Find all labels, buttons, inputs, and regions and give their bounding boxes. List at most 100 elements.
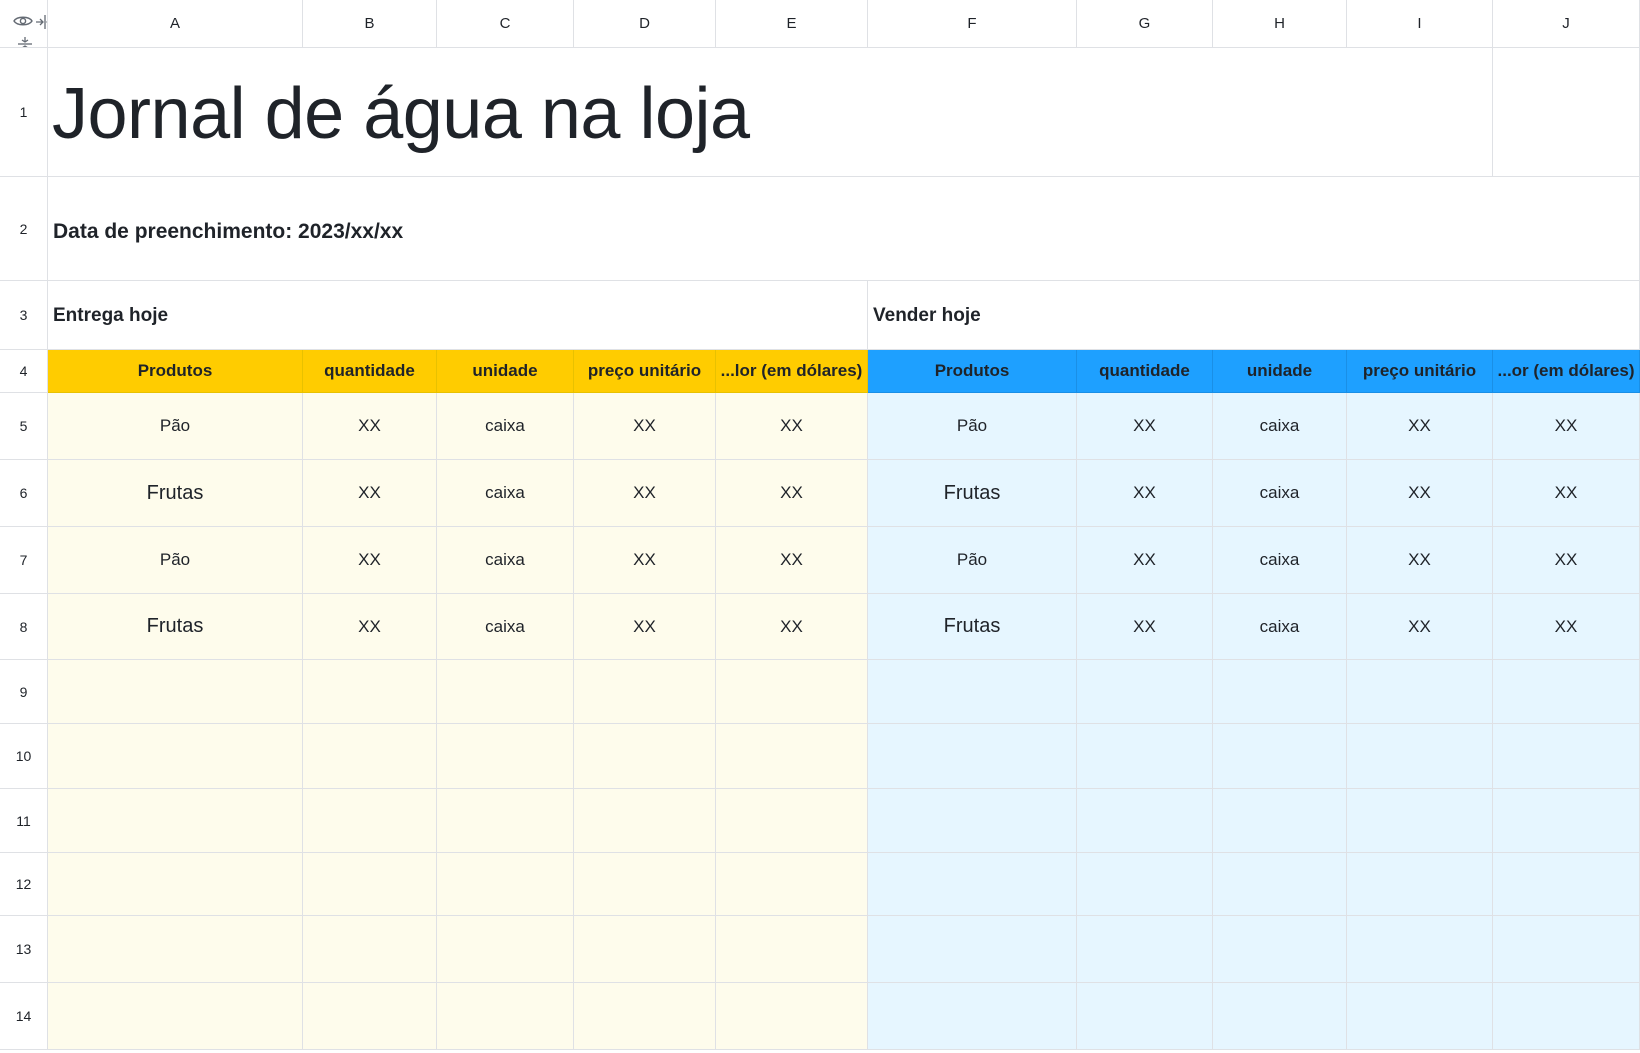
table-cell[interactable]: XX (303, 460, 437, 527)
empty-table-cell[interactable] (48, 853, 303, 916)
sales-header-products[interactable]: Produtos (868, 350, 1077, 393)
table-cell[interactable]: XX (303, 527, 437, 594)
delivery-header-unit-price[interactable]: preço unitário (574, 350, 716, 393)
row-header-5[interactable]: 5 (0, 393, 48, 460)
row-header-1[interactable]: 1 (0, 48, 48, 177)
fill-date-cell[interactable]: Data de preenchimento: 2023/xx/xx (48, 177, 1640, 281)
table-cell[interactable]: XX (574, 527, 716, 594)
empty-table-cell[interactable] (1347, 789, 1493, 853)
select-all-corner[interactable] (0, 0, 48, 48)
table-cell[interactable]: XX (1347, 393, 1493, 460)
empty-table-cell[interactable] (1347, 724, 1493, 789)
delivery-header-products[interactable]: Produtos (48, 350, 303, 393)
table-cell[interactable]: XX (1493, 393, 1640, 460)
empty-table-cell[interactable] (1077, 853, 1213, 916)
table-cell[interactable]: XX (1493, 527, 1640, 594)
empty-table-cell[interactable] (437, 660, 574, 724)
empty-table-cell[interactable] (1493, 789, 1640, 853)
table-cell[interactable]: Pão (48, 527, 303, 594)
cell-j1[interactable] (1493, 48, 1640, 177)
table-cell[interactable]: Pão (48, 393, 303, 460)
sales-section-label[interactable]: Vender hoje (868, 281, 1640, 350)
table-cell[interactable]: XX (1493, 460, 1640, 527)
column-header-h[interactable]: H (1213, 0, 1347, 48)
empty-table-cell[interactable] (437, 983, 574, 1050)
table-cell[interactable]: XX (303, 393, 437, 460)
table-cell[interactable]: XX (1077, 460, 1213, 527)
table-cell[interactable]: XX (1347, 460, 1493, 527)
empty-table-cell[interactable] (303, 724, 437, 789)
table-cell[interactable]: caixa (437, 594, 574, 660)
empty-table-cell[interactable] (868, 983, 1077, 1050)
table-cell[interactable]: Frutas (868, 594, 1077, 660)
row-header-2[interactable]: 2 (0, 177, 48, 281)
delivery-header-unit[interactable]: unidade (437, 350, 574, 393)
delivery-header-quantity[interactable]: quantidade (303, 350, 437, 393)
table-cell[interactable]: Frutas (868, 460, 1077, 527)
table-cell[interactable]: XX (574, 393, 716, 460)
empty-table-cell[interactable] (437, 724, 574, 789)
empty-table-cell[interactable] (1493, 853, 1640, 916)
row-header-3[interactable]: 3 (0, 281, 48, 350)
empty-table-cell[interactable] (716, 789, 868, 853)
empty-table-cell[interactable] (868, 853, 1077, 916)
empty-table-cell[interactable] (716, 916, 868, 983)
empty-table-cell[interactable] (574, 983, 716, 1050)
empty-table-cell[interactable] (437, 916, 574, 983)
empty-table-cell[interactable] (1213, 983, 1347, 1050)
empty-table-cell[interactable] (1213, 660, 1347, 724)
empty-table-cell[interactable] (1493, 660, 1640, 724)
column-header-j[interactable]: J (1493, 0, 1640, 48)
table-cell[interactable]: XX (1347, 527, 1493, 594)
empty-table-cell[interactable] (1213, 789, 1347, 853)
table-cell[interactable]: XX (716, 393, 868, 460)
row-header-11[interactable]: 11 (0, 789, 48, 853)
freeze-columns-icon[interactable] (35, 14, 47, 30)
empty-table-cell[interactable] (574, 916, 716, 983)
empty-table-cell[interactable] (1077, 724, 1213, 789)
eye-icon[interactable] (13, 14, 33, 30)
empty-table-cell[interactable] (868, 660, 1077, 724)
column-header-b[interactable]: B (303, 0, 437, 48)
empty-table-cell[interactable] (303, 789, 437, 853)
empty-table-cell[interactable] (1213, 853, 1347, 916)
table-cell[interactable]: Pão (868, 393, 1077, 460)
table-cell[interactable]: Frutas (48, 594, 303, 660)
empty-table-cell[interactable] (716, 853, 868, 916)
table-cell[interactable]: XX (716, 594, 868, 660)
empty-table-cell[interactable] (868, 916, 1077, 983)
sales-header-unit-price[interactable]: preço unitário (1347, 350, 1493, 393)
sales-header-unit[interactable]: unidade (1213, 350, 1347, 393)
table-cell[interactable]: XX (1077, 393, 1213, 460)
table-cell[interactable]: XX (1077, 594, 1213, 660)
empty-table-cell[interactable] (574, 660, 716, 724)
table-cell[interactable]: XX (1493, 594, 1640, 660)
table-cell[interactable]: caixa (1213, 527, 1347, 594)
row-header-10[interactable]: 10 (0, 724, 48, 789)
table-cell[interactable]: XX (1077, 527, 1213, 594)
table-cell[interactable]: XX (716, 527, 868, 594)
empty-table-cell[interactable] (48, 789, 303, 853)
sales-header-value[interactable]: ...or (em dólares) (1493, 350, 1640, 393)
row-header-14[interactable]: 14 (0, 983, 48, 1050)
empty-table-cell[interactable] (868, 724, 1077, 789)
empty-table-cell[interactable] (303, 853, 437, 916)
table-cell[interactable]: XX (574, 460, 716, 527)
empty-table-cell[interactable] (574, 724, 716, 789)
table-cell[interactable]: Pão (868, 527, 1077, 594)
empty-table-cell[interactable] (48, 660, 303, 724)
column-header-i[interactable]: I (1347, 0, 1493, 48)
empty-table-cell[interactable] (48, 983, 303, 1050)
empty-table-cell[interactable] (868, 789, 1077, 853)
empty-table-cell[interactable] (303, 660, 437, 724)
row-header-8[interactable]: 8 (0, 594, 48, 660)
empty-table-cell[interactable] (1347, 983, 1493, 1050)
table-cell[interactable]: caixa (1213, 460, 1347, 527)
sales-header-quantity[interactable]: quantidade (1077, 350, 1213, 393)
empty-table-cell[interactable] (437, 789, 574, 853)
table-cell[interactable]: XX (303, 594, 437, 660)
delivery-section-label[interactable]: Entrega hoje (48, 281, 868, 350)
table-cell[interactable]: caixa (1213, 393, 1347, 460)
table-cell[interactable]: XX (716, 460, 868, 527)
empty-table-cell[interactable] (437, 853, 574, 916)
